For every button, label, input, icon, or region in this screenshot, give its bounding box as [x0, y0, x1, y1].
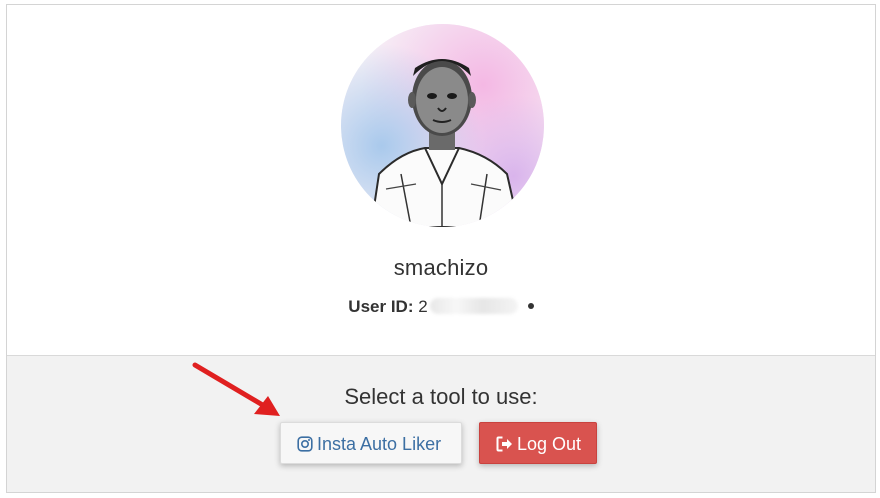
profile-section: smachizo User ID: 2	[7, 5, 875, 356]
log-out-label: Log Out	[517, 434, 582, 454]
instagram-icon	[297, 436, 313, 452]
avatar	[341, 24, 544, 227]
sign-out-icon	[496, 436, 512, 452]
log-out-button[interactable]: Log Out	[479, 422, 597, 464]
user-id-row: User ID: 2	[7, 297, 875, 317]
tools-panel: Select a tool to use: Insta Auto Liker L…	[7, 356, 875, 492]
user-id-redaction	[429, 298, 518, 314]
insta-auto-liker-label: Insta Auto Liker	[317, 434, 442, 454]
profile-card: smachizo User ID: 2 Select a tool to use…	[6, 4, 876, 493]
red-arrow	[192, 362, 280, 416]
username: smachizo	[393, 255, 489, 280]
user-id-label: User ID:	[348, 297, 414, 316]
user-id-value: 2	[418, 297, 428, 316]
insta-auto-liker-button[interactable]: Insta Auto Liker	[280, 422, 462, 464]
bullet-icon	[527, 303, 534, 309]
avatar-image	[341, 24, 544, 227]
tools-title: Select a tool to use:	[344, 384, 538, 409]
